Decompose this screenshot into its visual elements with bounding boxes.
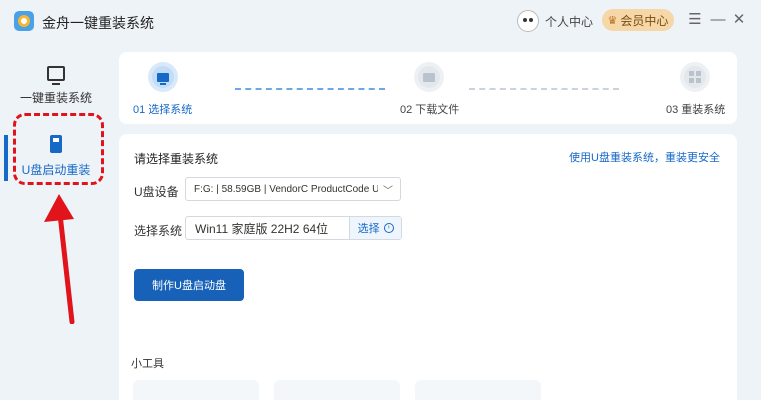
user-center-button[interactable]: 个人中心: [517, 9, 593, 33]
step-connector: [469, 88, 619, 90]
select-system-label: 选择: [357, 223, 380, 235]
step-label: 02 下载文件: [400, 104, 460, 116]
sidebar-item-one-click-reinstall[interactable]: 一键重装系统: [8, 52, 104, 120]
arrow-circle-icon: ›: [383, 223, 394, 233]
main-panel: 请选择重装系统 使用U盘重装系统，重装更安全 U盘设备 F:G: | 58.59…: [119, 134, 737, 400]
select-system-button[interactable]: 选择 ›: [349, 217, 401, 239]
app-logo-icon: [14, 11, 34, 31]
crown-icon: ♛: [607, 14, 618, 27]
member-center-label: 会员中心: [620, 13, 669, 28]
step-2-indicator: [414, 62, 444, 92]
tool-card[interactable]: [274, 380, 400, 400]
usb-device-select[interactable]: F:G: | 58.59GB | VendorC ProductCode U..…: [185, 177, 401, 201]
sidebar-item-usb-boot-reinstall[interactable]: U盘启动重装: [8, 122, 104, 190]
close-icon[interactable]: ✕: [729, 10, 749, 30]
sidebar: 一键重装系统 U盘启动重装: [0, 44, 110, 400]
avatar-icon: [517, 10, 539, 32]
member-center-button[interactable]: ♛ 会员中心: [602, 9, 674, 31]
usb-device-label: U盘设备: [134, 185, 179, 199]
usb-safe-link[interactable]: 使用U盘重装系统，重装更安全: [569, 149, 720, 165]
monitor-icon: [157, 72, 169, 85]
sidebar-item-label: U盘启动重装: [21, 162, 91, 177]
user-center-label: 个人中心: [545, 14, 594, 29]
window-edge: [756, 0, 761, 400]
system-value: Win11 家庭版 22H2 64位: [195, 221, 329, 236]
step-3-indicator: [680, 62, 710, 92]
folder-icon: [423, 72, 435, 82]
usb-drive-icon: [50, 134, 62, 153]
minimize-icon[interactable]: —: [708, 10, 728, 30]
step-1-indicator: [148, 62, 178, 92]
step-label: 01 选择系统: [133, 104, 193, 116]
chevron-down-icon: ﹀: [383, 186, 393, 197]
system-select-label: 选择系统: [134, 224, 183, 238]
menu-icon[interactable]: ☰: [685, 10, 705, 30]
step-progress: 01 选择系统 02 下载文件 03 重装系统: [119, 52, 737, 124]
make-usb-boot-button[interactable]: 制作U盘启动盘: [134, 269, 244, 301]
step-connector: [235, 88, 385, 90]
monitor-icon: [47, 66, 65, 85]
step-label: 03 重装系统: [666, 104, 726, 116]
tool-card[interactable]: [415, 380, 541, 400]
usb-device-value: F:G: | 58.59GB | VendorC ProductCode U..…: [194, 183, 378, 195]
system-field: Win11 家庭版 22H2 64位 选择 ›: [185, 216, 402, 240]
section-title: 请选择重装系统: [134, 152, 219, 166]
tools-section-title: 小工具: [131, 358, 164, 370]
app-title: 金舟一键重装系统: [42, 15, 154, 31]
tool-card[interactable]: [133, 380, 259, 400]
title-bar: 金舟一键重装系统 个人中心 ♛ 会员中心 ☰ — ✕: [0, 0, 761, 44]
grid-icon: [689, 71, 701, 83]
sidebar-item-label: 一键重装系统: [19, 91, 92, 105]
